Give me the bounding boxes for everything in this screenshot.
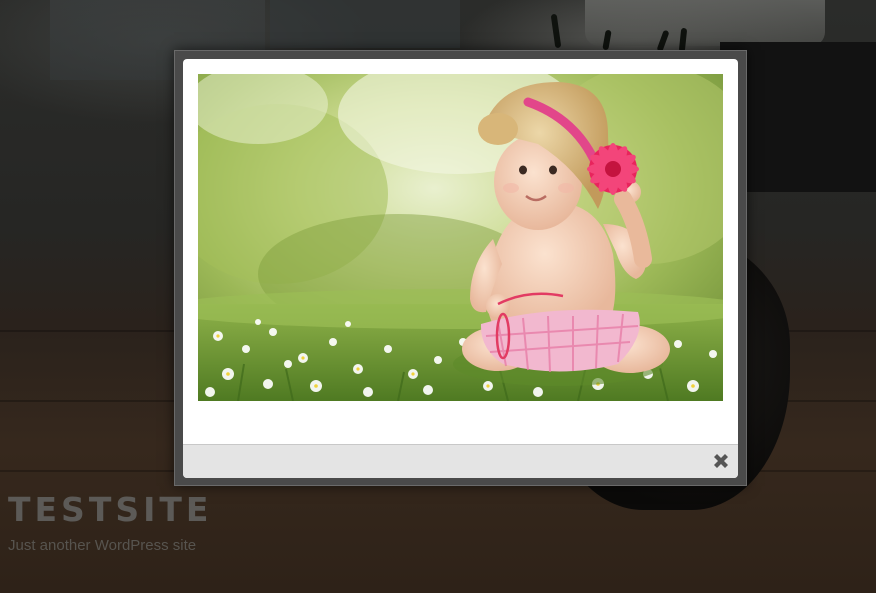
close-icon <box>714 454 728 468</box>
close-button[interactable] <box>710 450 732 472</box>
plant-leaf <box>550 13 562 49</box>
lightbox-dialog <box>183 59 738 478</box>
lightbox-footer <box>183 444 738 478</box>
site-tagline: Just another WordPress site <box>8 537 197 554</box>
lightbox-image[interactable] <box>198 74 723 401</box>
background-lamp <box>585 0 825 46</box>
background-window <box>270 0 460 48</box>
baby-photo <box>198 74 723 401</box>
site-title[interactable]: TESTSITE <box>8 490 212 529</box>
plant-leaf <box>678 27 688 53</box>
